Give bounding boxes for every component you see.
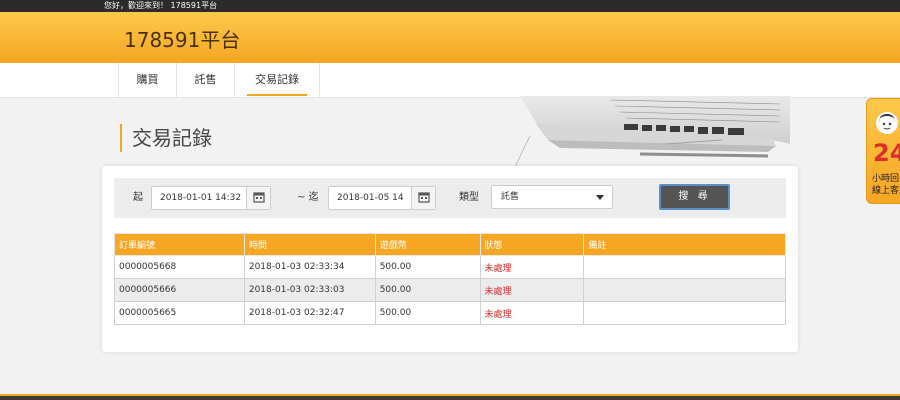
- customer-service-icon: [876, 112, 898, 134]
- cell-status: 未處理: [479, 278, 585, 302]
- service-hours-number: 24: [873, 139, 900, 167]
- main-nav: 購買 託售 交易記錄: [0, 63, 900, 98]
- cell-time: 2018-01-03 02:32:47: [243, 301, 376, 325]
- transaction-table: 訂單編號 時間 遊戲幣 狀態 備註 0000005668 2018-01-03 …: [114, 233, 786, 325]
- cell-note: [583, 278, 786, 302]
- tab-consign[interactable]: 託售: [176, 63, 234, 98]
- tab-transaction-records[interactable]: 交易記錄: [234, 63, 320, 98]
- cell-time: 2018-01-03 02:33:03: [243, 278, 376, 302]
- end-date-label: ~ 迄: [297, 192, 319, 203]
- column-header-game-coins: 遊戲幣: [374, 233, 481, 256]
- type-select[interactable]: 託售: [491, 185, 613, 209]
- site-brand[interactable]: 178591平台: [124, 24, 240, 53]
- cell-order-no: 0000005668: [114, 255, 245, 279]
- page-title: 交易記錄: [120, 124, 212, 152]
- laptop-illustration: [513, 96, 790, 170]
- table-row[interactable]: 0000005665 2018-01-03 02:32:47 500.00 未處…: [114, 301, 786, 325]
- column-header-status: 狀態: [479, 233, 585, 256]
- column-header-order-no: 訂單編號: [114, 233, 245, 256]
- cell-game-coins: 500.00: [374, 301, 481, 325]
- table-row[interactable]: 0000005666 2018-01-03 02:33:03 500.00 未處…: [114, 278, 786, 302]
- tab-buy[interactable]: 購買: [118, 63, 176, 98]
- start-date-label: 起: [133, 192, 143, 203]
- cell-time: 2018-01-03 02:33:34: [243, 255, 376, 279]
- calendar-icon[interactable]: [411, 187, 435, 209]
- cell-note: [583, 255, 786, 279]
- end-date-picker: [328, 186, 436, 210]
- start-date-picker: [151, 186, 271, 210]
- cell-note: [583, 301, 786, 325]
- footer-bar: [0, 394, 900, 400]
- cell-status: 未處理: [479, 255, 585, 279]
- column-header-note: 備註: [583, 233, 786, 256]
- cell-order-no: 0000005666: [114, 278, 245, 302]
- greeting-text: 您好，歡迎來到！ 178591平台: [104, 1, 218, 10]
- cell-status: 未處理: [479, 301, 585, 325]
- customer-service-widget[interactable]: 24 小時回 線上客: [866, 98, 900, 204]
- column-header-time: 時間: [243, 233, 376, 256]
- end-date-input[interactable]: [329, 187, 409, 209]
- service-text-line2: 線上客: [872, 186, 900, 196]
- top-bar: 您好，歡迎來到！ 178591平台: [0, 0, 900, 12]
- search-button[interactable]: 搜 尋: [659, 184, 730, 210]
- cell-order-no: 0000005665: [114, 301, 245, 325]
- cell-game-coins: 500.00: [374, 278, 481, 302]
- table-header-row: 訂單編號 時間 遊戲幣 狀態 備註: [114, 233, 786, 256]
- calendar-icon[interactable]: [246, 187, 270, 209]
- type-select-value: 託售: [501, 192, 520, 202]
- type-label: 類型: [459, 192, 479, 203]
- cell-game-coins: 500.00: [374, 255, 481, 279]
- site-header: 178591平台: [0, 12, 900, 63]
- table-row[interactable]: 0000005668 2018-01-03 02:33:34 500.00 未處…: [114, 255, 786, 279]
- start-date-input[interactable]: [152, 187, 242, 209]
- chevron-down-icon: [596, 195, 604, 200]
